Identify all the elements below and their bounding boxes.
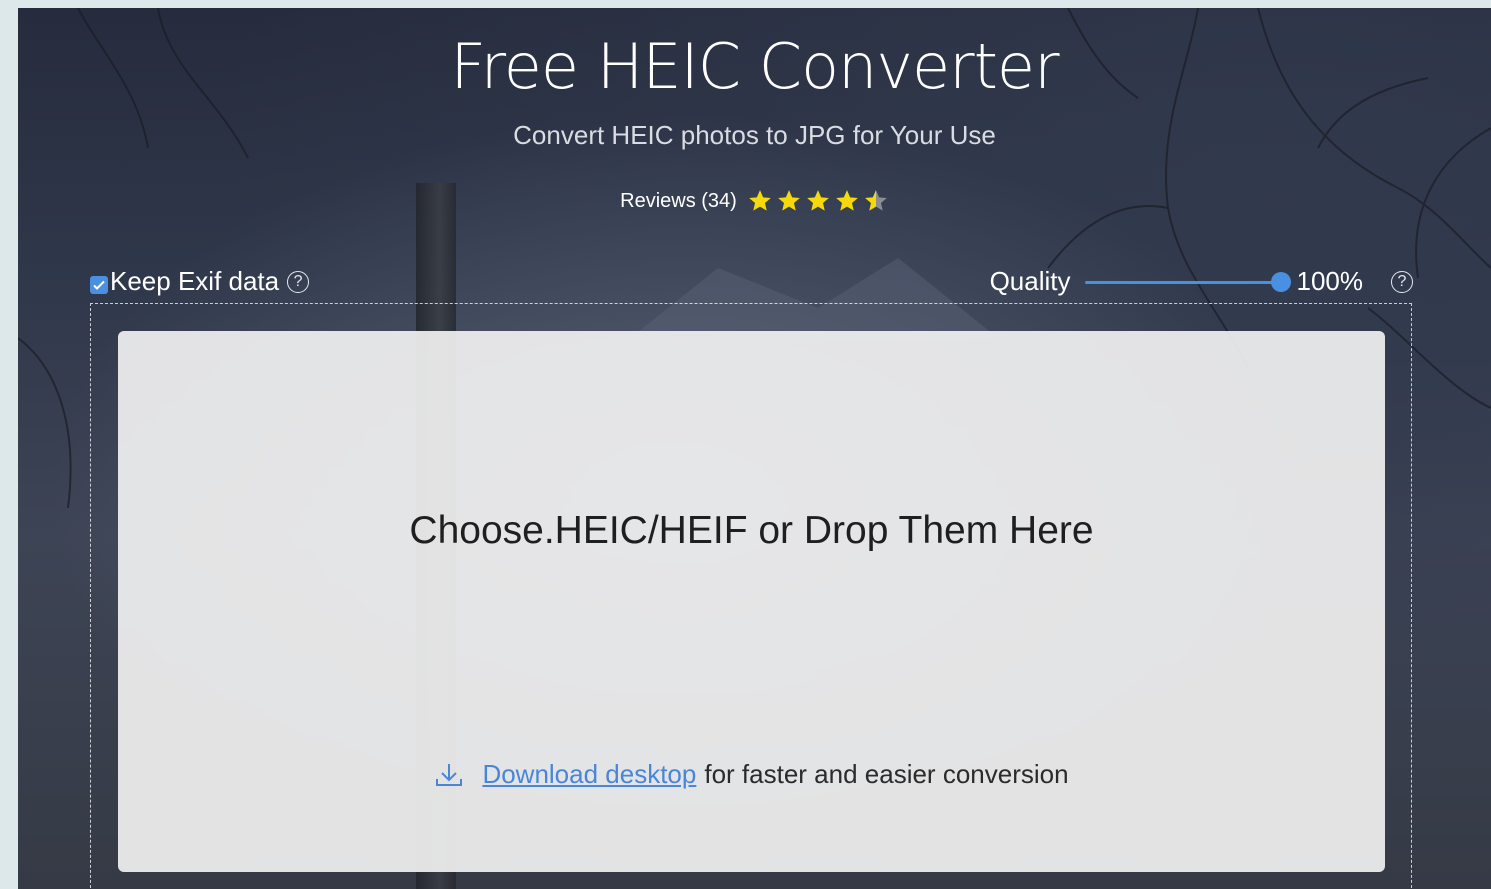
download-icon[interactable]: [434, 760, 464, 790]
file-dropzone[interactable]: Choose.HEIC/HEIF or Drop Them Here Downl…: [118, 331, 1385, 872]
star-icon: [778, 190, 800, 211]
star-icon: [749, 190, 771, 211]
question-circle-icon[interactable]: ?: [287, 270, 310, 293]
quality-value: 100%: [1296, 266, 1364, 296]
reviews-row[interactable]: Reviews (34): [18, 188, 1491, 214]
rating-stars: [747, 188, 889, 214]
keep-exif-label[interactable]: Keep Exif data: [110, 266, 279, 297]
reviews-label[interactable]: Reviews (34): [620, 190, 737, 213]
quality-slider-track: [1084, 280, 1285, 284]
download-desktop-link[interactable]: Download desktop: [482, 759, 696, 790]
quality-option: Quality 100% ?: [990, 266, 1413, 297]
question-circle-icon[interactable]: ?: [1391, 270, 1413, 293]
dropzone-prompt[interactable]: Choose.HEIC/HEIF or Drop Them Here: [118, 509, 1385, 553]
check-icon: [93, 280, 105, 290]
quality-slider[interactable]: [1084, 271, 1291, 292]
page-title: Free HEIC Converter: [450, 30, 1059, 103]
quality-slider-thumb[interactable]: [1270, 271, 1291, 292]
download-desktop-row: Download desktop for faster and easier c…: [118, 759, 1385, 790]
star-half-icon: [865, 190, 887, 211]
star-icon: [807, 190, 829, 211]
star-icon: [836, 190, 858, 211]
keep-exif-option: Keep Exif data ?: [90, 266, 310, 297]
page-subtitle: Convert HEIC photos to JPG for Your Use: [513, 120, 996, 150]
keep-exif-checkbox[interactable]: [90, 275, 108, 294]
quality-label: Quality: [989, 266, 1071, 296]
download-desktop-text: for faster and easier conversion: [704, 759, 1069, 789]
app-frame: Free HEIC Converter Convert HEIC photos …: [18, 8, 1491, 889]
